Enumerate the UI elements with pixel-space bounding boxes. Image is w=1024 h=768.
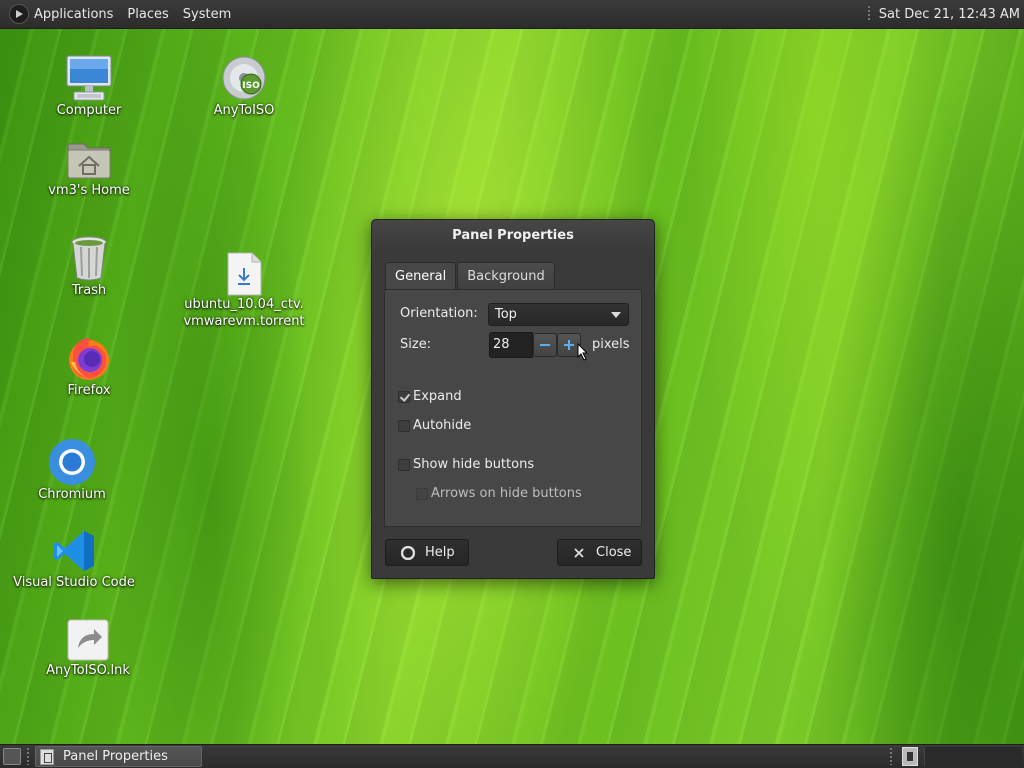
desktop-icon-home[interactable]: vm3's Home (24, 130, 154, 199)
autohide-label: Autohide (413, 418, 472, 433)
show-hide-buttons-label: Show hide buttons (413, 457, 535, 472)
top-panel: Applications Places System Sat Dec 21, 1… (0, 0, 1024, 29)
desktop-icon-label-line1: ubuntu_10.04_ctv. (184, 297, 304, 312)
orientation-label: Orientation: (400, 306, 478, 321)
shortcut-icon (62, 610, 114, 662)
checkbox-checked-icon (398, 390, 410, 403)
desktop-icon-anytoiso[interactable]: ISO AnyToISO (179, 50, 309, 119)
vscode-icon (48, 522, 100, 574)
menu-system[interactable]: System (183, 7, 231, 22)
taskbar-item-panel-properties[interactable]: Panel Properties (35, 746, 202, 767)
panel-separator (27, 748, 29, 765)
desktop-icon-torrent[interactable]: ubuntu_10.04_ctv. vmwarevm.torrent (179, 250, 309, 330)
desktop-icon-label: Computer (56, 103, 122, 118)
desktop-icon-vscode[interactable]: Visual Studio Code (9, 522, 139, 591)
window-icon (40, 748, 54, 765)
chevron-down-icon (611, 312, 621, 318)
desktop-icon-label: Chromium (38, 487, 106, 502)
desktop-icon-label: vm3's Home (48, 183, 130, 198)
taskbar-item-label: Panel Properties (63, 749, 168, 764)
iso-disc-icon: ISO (218, 50, 270, 102)
desktop-icon-label: Firefox (67, 383, 111, 398)
trash-icon (63, 230, 115, 282)
tab-bar: General Background (385, 262, 556, 290)
workspace-switcher-2[interactable] (924, 747, 1022, 766)
dialog-title[interactable]: Panel Properties (372, 220, 654, 252)
size-unit-label: pixels (592, 337, 630, 352)
checkbox-unchecked-icon (398, 458, 410, 471)
desktop-icon-chromium[interactable]: Chromium (7, 434, 137, 503)
desktop-icon-label: AnyToISO (213, 103, 275, 118)
close-icon (572, 546, 586, 560)
torrent-file-icon (218, 250, 270, 296)
panel-properties-dialog: Panel Properties General Background Orie… (371, 219, 655, 579)
desktop-icon-computer[interactable]: Computer (24, 50, 154, 119)
mouse-pointer-icon (577, 343, 589, 361)
home-folder-icon (63, 130, 115, 182)
firefox-icon (63, 330, 115, 382)
tab-general-panel: Orientation: Top Size: 28 pixels Expand … (384, 289, 642, 527)
help-button[interactable]: Help (385, 539, 469, 566)
expand-checkbox[interactable]: Expand (398, 389, 462, 404)
workspace-switcher-1[interactable] (902, 747, 918, 766)
panel-separator (867, 6, 870, 22)
show-hide-buttons-checkbox[interactable]: Show hide buttons (398, 457, 534, 472)
desktop-icon-trash[interactable]: Trash (24, 230, 154, 299)
size-label: Size: (400, 337, 432, 352)
desktop-icon-label: Visual Studio Code (13, 575, 135, 590)
tab-general[interactable]: General (385, 262, 457, 290)
menu-places[interactable]: Places (127, 7, 168, 22)
show-desktop-icon[interactable] (3, 748, 21, 765)
desktop-icon-firefox[interactable]: Firefox (24, 330, 154, 399)
minus-icon (540, 344, 550, 346)
close-button-label: Close (596, 545, 632, 560)
orientation-combo[interactable]: Top (488, 303, 629, 326)
clock[interactable]: Sat Dec 21, 12:43 AM (879, 7, 1020, 22)
plus-icon-vertical (568, 340, 570, 350)
arrows-on-hide-buttons-label: Arrows on hide buttons (431, 486, 582, 501)
menu-applications[interactable]: Applications (34, 7, 113, 22)
desktop-icon-label: AnyToISO.lnk (46, 663, 130, 678)
panel-separator (890, 748, 892, 765)
checkbox-unchecked-icon (398, 419, 410, 432)
tab-background[interactable]: Background (457, 262, 555, 290)
help-lifebuoy-icon (401, 545, 415, 560)
help-button-label: Help (425, 545, 455, 560)
desktop-icon-anytoiso-lnk[interactable]: AnyToISO.lnk (23, 610, 153, 679)
computer-monitor-icon (63, 50, 115, 102)
checkbox-unchecked-icon (416, 487, 428, 500)
orientation-value: Top (495, 307, 517, 322)
autohide-checkbox[interactable]: Autohide (398, 418, 471, 433)
bottom-panel: Panel Properties (0, 744, 1024, 768)
desktop-icon-label-line2: vmwarevm.torrent (183, 314, 305, 329)
size-decrement-button[interactable] (533, 333, 557, 357)
expand-label: Expand (413, 389, 462, 404)
main-menu-logo-icon[interactable] (9, 4, 29, 24)
arrows-on-hide-buttons-checkbox[interactable]: Arrows on hide buttons (416, 486, 582, 501)
chromium-icon (46, 434, 98, 486)
svg-text:ISO: ISO (242, 81, 260, 91)
desktop-icon-label: Trash (71, 283, 107, 298)
close-button[interactable]: Close (557, 539, 642, 566)
size-input[interactable]: 28 (489, 332, 533, 358)
